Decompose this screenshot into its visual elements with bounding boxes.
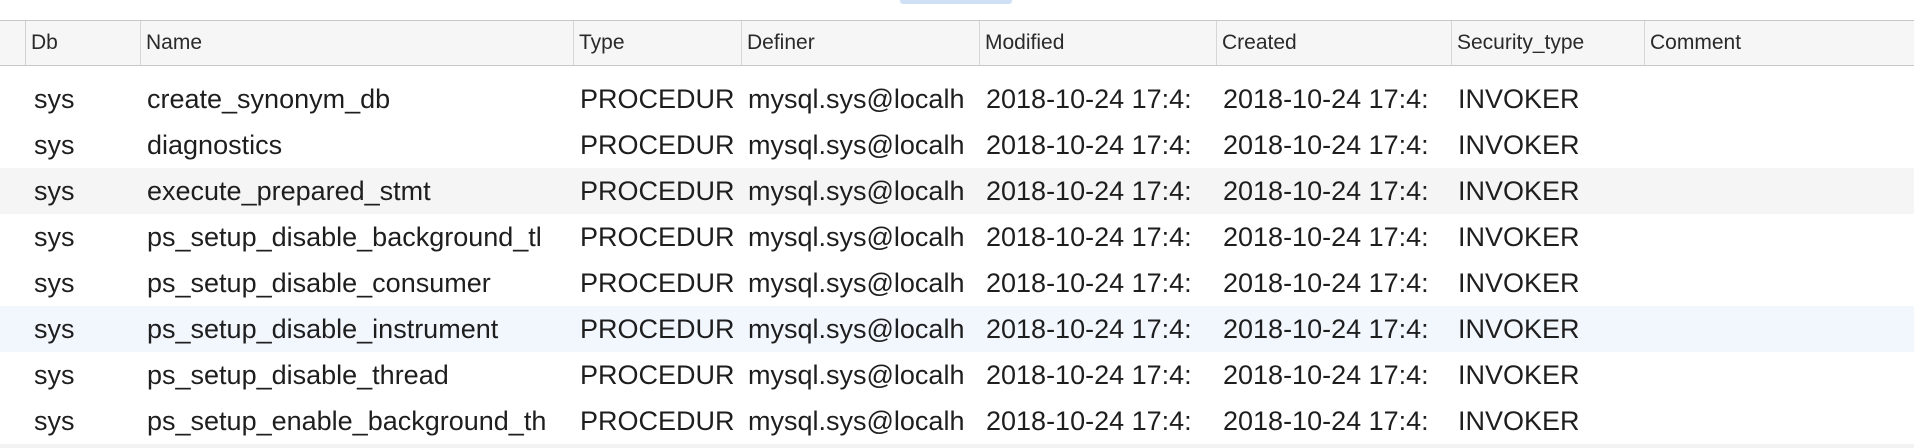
cell-security-type: INVOKER (1458, 222, 1580, 252)
cell-modified: 2018-10-24 17:4: (986, 406, 1192, 436)
cell-type: PROCEDUR (580, 268, 735, 298)
column-header-security-type[interactable]: Security_type (1452, 21, 1645, 65)
cell-definer: mysql.sys@localh (748, 84, 965, 114)
cell-db: sys (34, 84, 75, 114)
cell-comment (1645, 214, 1914, 260)
cell-comment (1645, 352, 1914, 398)
cell-db: sys (34, 406, 75, 436)
cell-comment (1645, 76, 1914, 122)
column-header-comment[interactable]: Comment (1645, 21, 1914, 65)
cell-db: sys (34, 314, 75, 344)
column-header-definer[interactable]: Definer (742, 21, 980, 65)
cell-comment (1645, 306, 1914, 352)
cell-created: 2018-10-24 17:4: (1223, 406, 1429, 436)
cell-security-type: INVOKER (1458, 130, 1580, 160)
column-header-name[interactable]: Name (141, 21, 574, 65)
bottom-edge (0, 444, 1914, 448)
cell-security-type: INVOKER (1458, 360, 1580, 390)
cell-name: execute_prepared_stmt (147, 176, 431, 206)
table-header: Db Name Type Definer Modified Created Se… (0, 20, 1914, 66)
cell-created: 2018-10-24 17:4: (1223, 84, 1429, 114)
cell-db: sys (34, 360, 75, 390)
cell-name: ps_setup_enable_background_th (147, 406, 547, 436)
table-row[interactable]: sys ps_setup_enable_background_th PROCED… (0, 398, 1914, 444)
cell-type: PROCEDUR (580, 222, 735, 252)
cell-security-type: INVOKER (1458, 268, 1580, 298)
top-strip (0, 0, 1914, 20)
table-row[interactable]: sys create_synonym_db PROCEDUR mysql.sys… (0, 76, 1914, 122)
cell-created: 2018-10-24 17:4: (1223, 130, 1429, 160)
column-header-type[interactable]: Type (574, 21, 742, 65)
cell-modified: 2018-10-24 17:4: (986, 130, 1192, 160)
cell-type: PROCEDUR (580, 176, 735, 206)
cell-modified: 2018-10-24 17:4: (986, 84, 1192, 114)
cell-comment (1645, 398, 1914, 444)
cell-name: create_synonym_db (147, 84, 391, 114)
table-row[interactable]: sys ps_setup_disable_instrument PROCEDUR… (0, 306, 1914, 352)
cell-created: 2018-10-24 17:4: (1223, 360, 1429, 390)
cell-modified: 2018-10-24 17:4: (986, 222, 1192, 252)
cell-modified: 2018-10-24 17:4: (986, 268, 1192, 298)
cell-name: diagnostics (147, 130, 283, 160)
cell-security-type: INVOKER (1458, 176, 1580, 206)
cell-type: PROCEDUR (580, 314, 735, 344)
table-row[interactable]: sys ps_setup_disable_background_tl PROCE… (0, 214, 1914, 260)
cell-db: sys (34, 176, 75, 206)
cell-db: sys (34, 222, 75, 252)
cell-type: PROCEDUR (580, 84, 735, 114)
cell-modified: 2018-10-24 17:4: (986, 314, 1192, 344)
cell-definer: mysql.sys@localh (748, 176, 965, 206)
cell-name: ps_setup_disable_consumer (147, 268, 491, 298)
cell-db: sys (34, 130, 75, 160)
cell-comment (1645, 122, 1914, 168)
cell-type: PROCEDUR (580, 406, 735, 436)
cell-created: 2018-10-24 17:4: (1223, 176, 1429, 206)
cell-definer: mysql.sys@localh (748, 268, 965, 298)
table-row[interactable]: sys ps_setup_disable_thread PROCEDUR mys… (0, 352, 1914, 398)
table-row[interactable]: sys ps_setup_disable_consumer PROCEDUR m… (0, 260, 1914, 306)
column-header-created[interactable]: Created (1217, 21, 1452, 65)
column-header-db[interactable]: Db (26, 21, 141, 65)
cell-modified: 2018-10-24 17:4: (986, 176, 1192, 206)
cell-created: 2018-10-24 17:4: (1223, 268, 1429, 298)
cell-security-type: INVOKER (1458, 406, 1580, 436)
column-header-modified[interactable]: Modified (980, 21, 1217, 65)
cell-type: PROCEDUR (580, 360, 735, 390)
table-row[interactable]: sys execute_prepared_stmt PROCEDUR mysql… (0, 168, 1914, 214)
cell-type: PROCEDUR (580, 130, 735, 160)
header-gutter (0, 21, 26, 65)
cell-created: 2018-10-24 17:4: (1223, 314, 1429, 344)
cell-definer: mysql.sys@localh (748, 406, 965, 436)
cell-name: ps_setup_disable_instrument (147, 314, 499, 344)
cell-name: ps_setup_disable_thread (147, 360, 449, 390)
cell-comment (1645, 168, 1914, 214)
cell-definer: mysql.sys@localh (748, 314, 965, 344)
cell-definer: mysql.sys@localh (748, 222, 965, 252)
cell-modified: 2018-10-24 17:4: (986, 360, 1192, 390)
cell-security-type: INVOKER (1458, 84, 1580, 114)
cell-db: sys (34, 268, 75, 298)
cell-definer: mysql.sys@localh (748, 360, 965, 390)
table-row[interactable]: sys diagnostics PROCEDUR mysql.sys@local… (0, 122, 1914, 168)
cell-security-type: INVOKER (1458, 314, 1580, 344)
cell-created: 2018-10-24 17:4: (1223, 222, 1429, 252)
cell-definer: mysql.sys@localh (748, 130, 965, 160)
resize-handle[interactable] (900, 0, 1012, 4)
cell-name: ps_setup_disable_background_tl (147, 222, 542, 252)
cell-comment (1645, 260, 1914, 306)
table-body: sys create_synonym_db PROCEDUR mysql.sys… (0, 76, 1914, 444)
